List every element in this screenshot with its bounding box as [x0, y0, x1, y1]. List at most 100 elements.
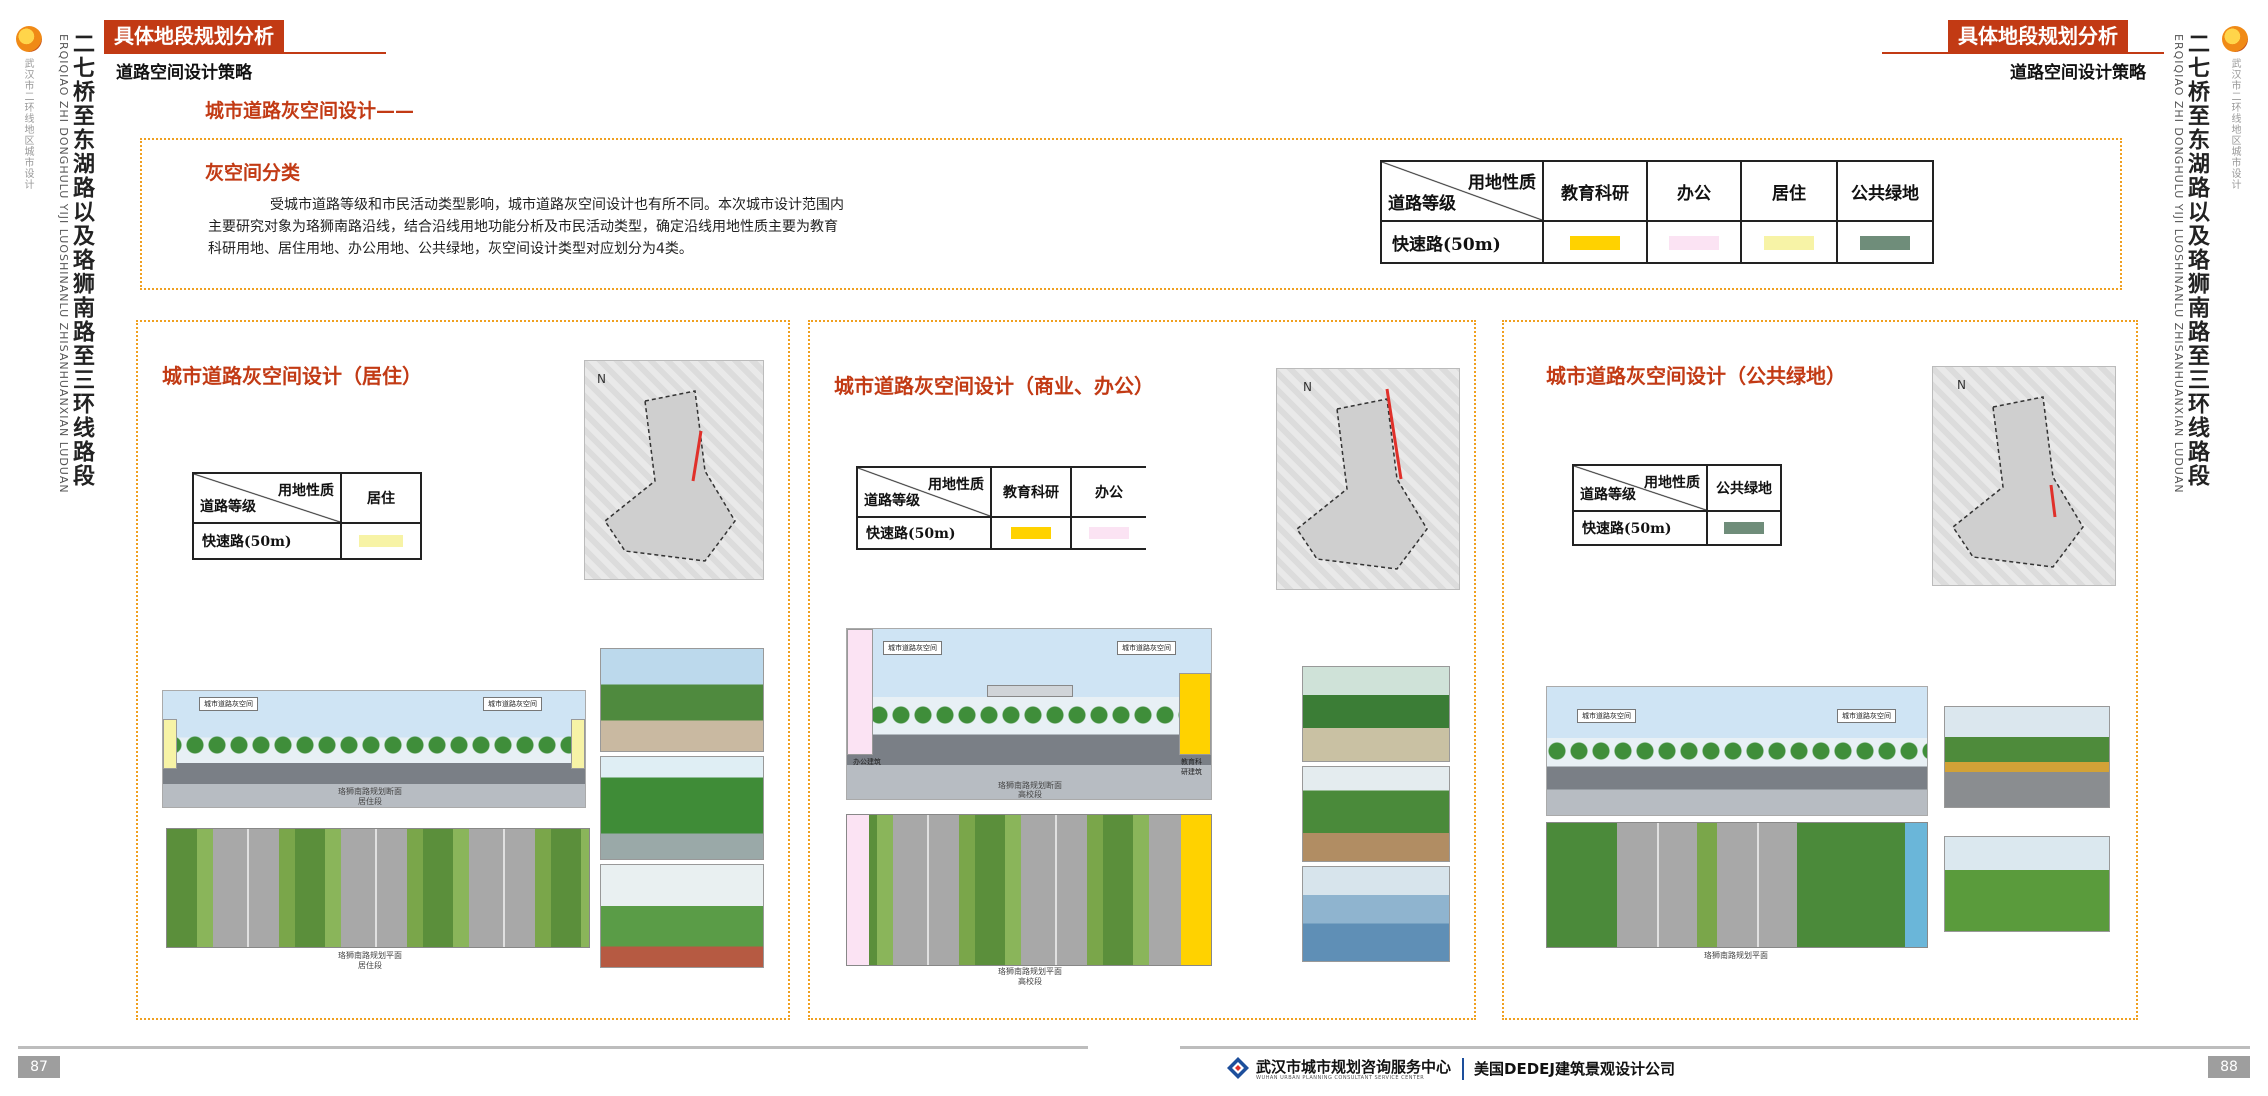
- svg-text:N: N: [1303, 380, 1312, 394]
- section-tag-right: 具体地段规划分析: [1948, 20, 2128, 52]
- panel-greenspace-row: 快速路(50m): [1572, 510, 1708, 546]
- water-edge: [1905, 823, 1927, 947]
- swatch-greenspace: [1724, 522, 1764, 534]
- section-tag: 城市道路灰空间: [1577, 709, 1636, 723]
- swatch-education: [1011, 527, 1051, 539]
- page-number-right: 88: [2208, 1056, 2250, 1078]
- intro-line-2: 主要研究对象为珞狮南路沿线，结合沿线用地功能分析及市民活动类型，确定沿线用地性质…: [208, 219, 838, 235]
- photo-plaza-palms: [600, 648, 764, 752]
- footer-org-2: 美国DEDEJ建筑景观设计公司: [1474, 1060, 1675, 1078]
- photo-park-path: [600, 756, 764, 860]
- legend-corner: 用地性质 道路等级: [1380, 160, 1544, 222]
- section-trees: [163, 731, 585, 757]
- svg-text:N: N: [1957, 378, 1966, 392]
- street-plan-residential: [166, 828, 590, 948]
- education-building: [1179, 673, 1211, 755]
- footer-org-1: 武汉市城市规划咨询服务中心: [1256, 1058, 1452, 1076]
- education-strip: [1181, 815, 1211, 965]
- legend-col-3: 公共绿地: [1836, 160, 1934, 222]
- side-org-left: 武汉市二环线地区城市设计: [22, 58, 33, 190]
- corner-bottom: 道路等级: [1580, 487, 1636, 503]
- street-plan-office: [846, 814, 1212, 966]
- panel-greenspace-corner: 用地性质 道路等级: [1572, 464, 1708, 512]
- header-rule-right: [1882, 52, 2164, 54]
- corner-top: 用地性质: [278, 483, 334, 499]
- plan-subcaption: 居住段: [358, 961, 382, 970]
- panel-residential-col: 居住: [340, 472, 422, 524]
- intro-paragraph: 受城市道路等级和市民活动类型影响，城市道路灰空间设计也有所不同。本次城市设计范围…: [208, 194, 1008, 260]
- legend-corner-top: 用地性质: [1468, 173, 1536, 193]
- swatch-education: [1570, 235, 1620, 250]
- footer-divider: [1462, 1058, 1464, 1080]
- location-map: N: [1276, 368, 1460, 590]
- street-section-greenspace: 城市道路灰空间 城市道路灰空间: [1546, 686, 1928, 816]
- section-side-left: 办公建筑: [853, 758, 881, 766]
- panel-residential-row: 快速路(50m): [192, 522, 342, 560]
- section-trees: [1547, 737, 1927, 763]
- panel-office-row: 快速路(50m): [856, 516, 992, 550]
- legend-corner-bottom: 道路等级: [1388, 194, 1456, 214]
- swatch-office: [1089, 527, 1129, 539]
- location-map-drawing: N: [1295, 380, 1428, 570]
- panel-greenspace-title: 城市道路灰空间设计（公共绿地）: [1546, 364, 1846, 388]
- legend-col-1: 办公: [1646, 160, 1742, 222]
- footer-org-logo-icon: [1226, 1056, 1250, 1080]
- section-tag: 城市道路灰空间: [1117, 641, 1176, 655]
- panel-office-col-1: 办公: [1070, 466, 1146, 518]
- page-subtitle-right: 道路空间设计策略: [2010, 63, 2146, 83]
- legend-col-0: 教育科研: [1542, 160, 1648, 222]
- diamond-logo-icon: [1227, 1057, 1249, 1079]
- swatch-residential: [359, 535, 403, 547]
- street-plan-greenspace: [1546, 822, 1928, 948]
- location-map-drawing: N: [597, 372, 736, 562]
- corner-bottom: 道路等级: [864, 493, 920, 509]
- main-heading: 城市道路灰空间设计——: [205, 100, 415, 122]
- swatch-office: [1669, 235, 1719, 250]
- photo-road-flowerbed: [1944, 706, 2110, 808]
- swatch-greenspace: [1860, 235, 1910, 250]
- side-pinyin-right: ERQIQIAO ZHI DONGHULU YIJI LUOSHINANLU Z…: [2172, 34, 2185, 494]
- panel-residential-table: 用地性质 道路等级 居住 快速路(50m): [192, 472, 422, 560]
- section-trees: [847, 701, 1211, 727]
- intro-line-1: 受城市道路等级和市民活动类型影响，城市道路灰空间设计也有所不同。本次城市设计范围…: [270, 197, 844, 213]
- section-tag-left: 具体地段规划分析: [104, 20, 284, 52]
- legend-col-2: 居住: [1740, 160, 1838, 222]
- location-map-drawing: N: [1951, 378, 2084, 568]
- side-pinyin-left: ERQIQIAO ZHI DONGHULU YIJI LUOSHINANLU Z…: [57, 34, 70, 494]
- photo-tree-plaza: [1302, 766, 1450, 862]
- intro-line-3: 科研用地、居住用地、办公用地、公共绿地，灰空间设计类型对应划分为4类。: [208, 241, 693, 257]
- panel-residential-corner: 用地性质 道路等级: [192, 472, 342, 524]
- side-title-right: 二七桥至东湖路以及珞狮南路至三环线路段: [2184, 32, 2209, 488]
- section-tag: 城市道路灰空间: [883, 641, 942, 655]
- section-tag: 城市道路灰空间: [199, 697, 258, 711]
- panel-office-corner: 用地性质 道路等级: [856, 466, 992, 518]
- photo-family-lawn: [1944, 836, 2110, 932]
- street-section-office: 城市道路灰空间 城市道路灰空间 办公建筑 教育科研建筑: [846, 628, 1212, 800]
- logo-icon: [16, 26, 42, 52]
- legend-row-label: 快速路(50m): [1380, 220, 1544, 264]
- location-map: N: [1932, 366, 2116, 586]
- section-subcaption: 居住段: [358, 797, 382, 806]
- section-side-right: 教育科研建筑: [1181, 758, 1202, 776]
- section-tag: 城市道路灰空间: [483, 697, 542, 711]
- section-tag: 城市道路灰空间: [1837, 709, 1896, 723]
- swatch-residential: [1764, 235, 1814, 250]
- corner-top: 用地性质: [928, 477, 984, 493]
- plan-caption: 珞狮南路规划平面: [1704, 951, 1768, 960]
- photo-sidewalk-garden: [600, 864, 764, 968]
- corner-top: 用地性质: [1644, 475, 1700, 491]
- intro-heading: 灰空间分类: [205, 162, 301, 184]
- footer-rule-left: [18, 1046, 1088, 1049]
- office-strip: [847, 815, 869, 965]
- panel-greenspace-col: 公共绿地: [1706, 464, 1782, 512]
- panel-office-table: 用地性质 道路等级 教育科研 办公 快速路(50m): [856, 466, 1146, 550]
- panel-office-col-0: 教育科研: [990, 466, 1072, 518]
- panel-office-title: 城市道路灰空间设计（商业、办公）: [834, 374, 1154, 398]
- corner-bottom: 道路等级: [200, 499, 256, 515]
- residential-building: [571, 719, 585, 769]
- header-rule-left: [104, 52, 386, 54]
- plan-subcaption: 高校段: [1018, 977, 1042, 986]
- svg-text:N: N: [597, 372, 606, 386]
- section-subcaption: 高校段: [1018, 790, 1042, 799]
- office-building: [847, 629, 873, 755]
